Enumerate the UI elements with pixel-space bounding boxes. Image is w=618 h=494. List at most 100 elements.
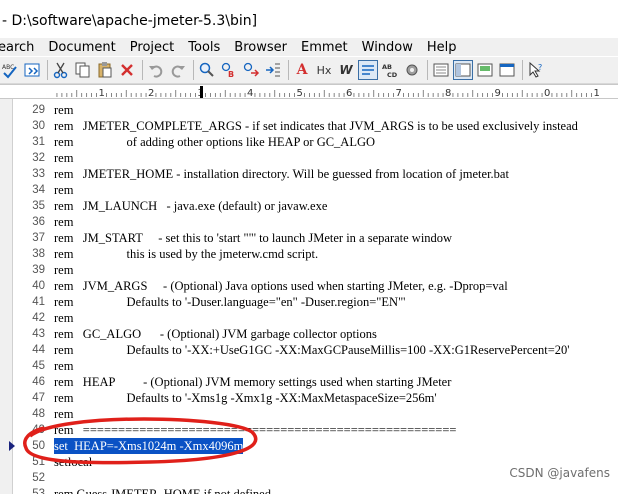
svg-text:?: ? [538,63,542,72]
menu-browser[interactable]: Browser [228,40,295,55]
hex-icon[interactable]: Hx [314,60,334,80]
code-line[interactable]: 48 rem [13,406,618,422]
code-text: rem [54,151,74,165]
code-line[interactable]: 41 rem Defaults to '-Duser.language="en" … [13,294,618,310]
replace-icon[interactable]: B [219,60,239,80]
code-text: rem [54,215,74,229]
code-text: rem [54,183,74,197]
abc-icon[interactable]: AB CD [380,60,400,80]
line-number: 32 [32,152,45,164]
cut-icon[interactable] [51,60,71,80]
macro-icon[interactable] [22,60,42,80]
line-number: 40 [32,280,45,292]
code-line[interactable]: 35 rem JM_LAUNCH - java.exe (default) or … [13,198,618,214]
code-line[interactable]: 50 set HEAP=-Xms1024m -Xmx4096m [13,438,618,454]
code-line[interactable]: 47 rem Defaults to '-Xms1g -Xmx1g -XX:Max… [13,390,618,406]
bookmark-gutter[interactable] [0,99,13,494]
copy-icon[interactable] [73,60,93,80]
line-number: 51 [32,456,45,468]
line-number: 38 [32,248,45,260]
code-text: rem Defaults to '-XX:+UseG1GC -XX:MaxGCP… [54,343,570,357]
ruler-label: 5 [297,88,303,99]
preview-icon[interactable] [475,60,495,80]
line-number: 53 [32,488,45,494]
menu-project[interactable]: Project [124,40,182,55]
undo-icon[interactable] [146,60,166,80]
svg-text:B: B [228,70,234,79]
settings-icon[interactable] [402,60,422,80]
window-icon[interactable] [497,60,517,80]
panel-icon[interactable] [453,60,473,80]
code-text: rem Guess JMETER_HOME if not defined [54,487,271,494]
code-text: rem JM_START - set this to 'start ""' to… [54,231,453,245]
line-number: 41 [32,296,45,308]
toolbar-separator [522,60,523,80]
code-line[interactable]: 37 rem JM_START - set this to 'start ""' … [13,230,618,246]
code-line[interactable]: 31 rem of adding other options like HEAP … [13,134,618,150]
delete-icon[interactable] [117,60,137,80]
word-wrap-active-icon[interactable] [358,60,378,80]
menu-search[interactable]: earch [0,40,42,55]
code-line[interactable]: 43 rem GC_ALGO - (Optional) JVM garbage c… [13,326,618,342]
watermark: CSDN @javafens [509,466,610,480]
cursor-help-icon[interactable]: ? [526,60,546,80]
code-text: rem Defaults to '-Xms1g -Xmx1g -XX:MaxMe… [54,391,437,405]
code-line[interactable]: 34 rem [13,182,618,198]
code-line[interactable]: 46 rem HEAP - (Optional) JVM memory setti… [13,374,618,390]
code-line[interactable]: 38 rem this is used by the jmeterw.cmd sc… [13,246,618,262]
line-number: 44 [32,344,45,356]
menu-window[interactable]: Window [356,40,421,55]
menu-emmet[interactable]: Emmet [295,40,356,55]
line-number: 49 [32,424,45,436]
code-text: rem [54,359,74,373]
ruler-label: 6 [346,88,352,99]
paste-icon[interactable] [95,60,115,80]
toolbar-separator [427,60,428,80]
code-line[interactable]: 53 rem Guess JMETER_HOME if not defined [13,486,618,494]
code-line[interactable]: 39 rem [13,262,618,278]
font-icon[interactable]: A [292,60,312,80]
ruler-label: 9 [495,88,501,99]
spellcheck-icon[interactable]: ABC [0,60,20,80]
ruler-scale: 12345678901 [56,86,600,99]
toolbar-separator [193,60,194,80]
wordwrap-icon[interactable]: W [336,60,356,80]
code-editor[interactable]: 29 rem 30 rem JMETER_COMPLETE_ARGS - if set… [13,99,618,494]
view-icon[interactable] [431,60,451,80]
selected-code-text: set HEAP=-Xms1024m -Xmx4096m [54,438,244,454]
code-line[interactable]: 36 rem [13,214,618,230]
ruler-label: 4 [247,88,253,99]
code-line[interactable]: 49 rem ==================================… [13,422,618,438]
line-number: 43 [32,328,45,340]
redo-icon[interactable] [168,60,188,80]
code-line[interactable]: 44 rem Defaults to '-XX:+UseG1GC -XX:MaxG… [13,342,618,358]
menu-help[interactable]: Help [421,40,465,55]
code-text: rem [54,407,74,421]
code-line[interactable]: 42 rem [13,310,618,326]
menu-tools[interactable]: Tools [182,40,228,55]
find-icon[interactable] [197,60,217,80]
code-line[interactable]: 32 rem [13,150,618,166]
code-text: rem of adding other options like HEAP or… [54,135,376,149]
code-line[interactable]: 30 rem JMETER_COMPLETE_ARGS - if set indi… [13,118,618,134]
code-text: rem Defaults to '-Duser.language="en" -D… [54,295,406,309]
svg-text:CD: CD [387,71,398,79]
code-line[interactable]: 40 rem JVM_ARGS - (Optional) Java options… [13,278,618,294]
line-number: 39 [32,264,45,276]
code-text: setlocal [54,455,93,469]
line-number: 29 [32,104,45,116]
window-title: - D:\software\apache-jmeter-5.3\bin] [0,0,618,38]
code-line[interactable]: 29 rem [13,102,618,118]
ruler-label: 1 [99,88,105,99]
code-text: rem JMETER_HOME - installation directory… [54,167,509,181]
code-text: rem this is used by the jmeterw.cmd scri… [54,247,319,261]
line-number: 50 [32,440,45,452]
find-next-icon[interactable] [241,60,261,80]
code-line[interactable]: 45 rem [13,358,618,374]
menu-document[interactable]: Document [42,40,123,55]
code-text: rem [54,263,74,277]
code-text: rem GC_ALGO - (Optional) JVM garbage col… [54,327,377,341]
code-line[interactable]: 33 rem JMETER_HOME - installation directo… [13,166,618,182]
goto-icon[interactable] [263,60,283,80]
line-number: 46 [32,376,45,388]
